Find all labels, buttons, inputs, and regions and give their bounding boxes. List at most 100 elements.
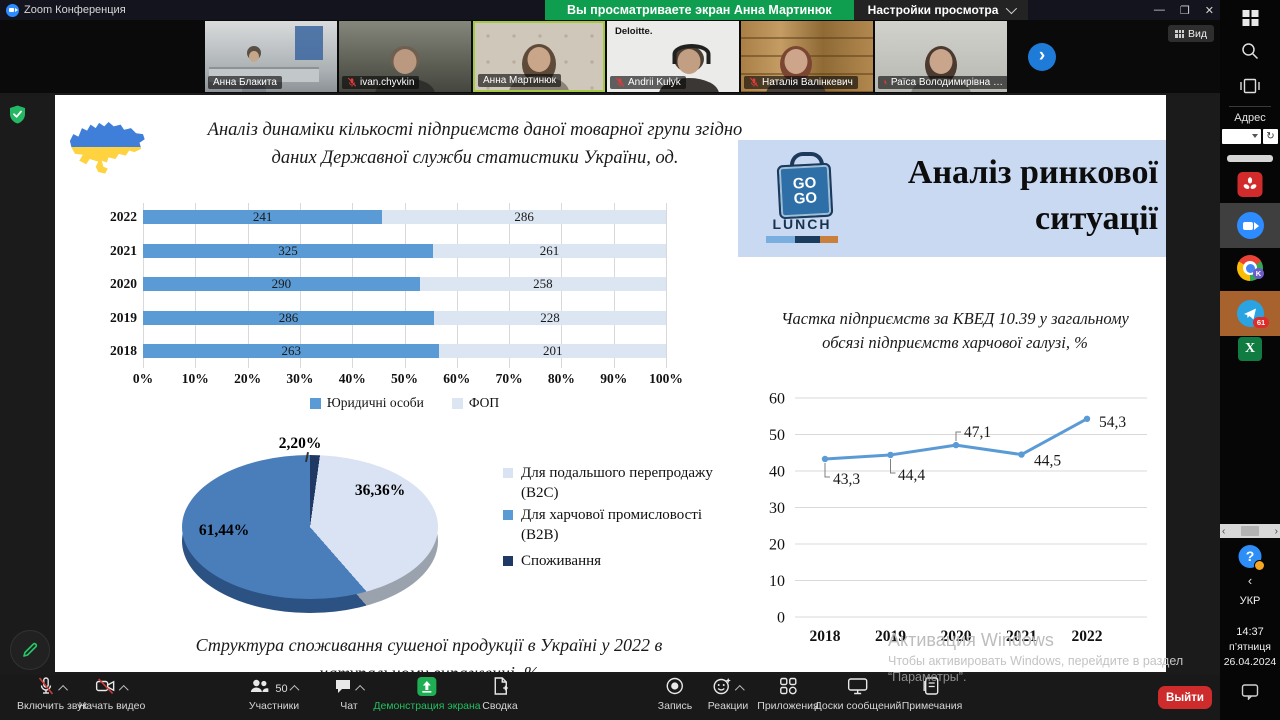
summary-icon <box>490 676 510 701</box>
windows-start-icon[interactable] <box>1243 10 1258 25</box>
leave-meeting-button[interactable]: Выйти <box>1158 686 1212 709</box>
clock-weekday: п’ятниця <box>1229 641 1271 653</box>
screen-share-button[interactable]: Демонстрация экрана <box>373 678 480 712</box>
excel-icon[interactable]: X <box>1238 337 1262 361</box>
mic-muted-icon <box>347 77 357 88</box>
chat-button[interactable]: Чат <box>333 678 365 712</box>
view-button[interactable]: Вид <box>1168 25 1214 42</box>
x-axis-tick: 80% <box>548 371 575 387</box>
mic-muted-button[interactable]: Включить звук <box>17 678 87 712</box>
whiteboard-button[interactable]: Доски сообщений <box>815 678 902 712</box>
line-data-label: 44,5 <box>1034 453 1061 470</box>
toolbar-item-label: Сводка <box>482 700 517 712</box>
reactions-button[interactable]: Реакции <box>708 678 749 712</box>
participant-tile[interactable]: Анна Блакита <box>205 21 337 92</box>
bar-chart-x-axis: 0%10%20%30%40%50%60%70%80%90%100% <box>143 371 666 387</box>
svg-text:20: 20 <box>769 537 785 554</box>
legend-item: ФОП <box>452 395 499 411</box>
screen: Zoom Конференция Вы просматриваете экран… <box>0 0 1280 720</box>
x-axis-tick: 70% <box>496 371 523 387</box>
acrobat-icon[interactable] <box>1238 172 1263 197</box>
participant-name: Наталія Валінкевич <box>762 77 853 88</box>
record-button[interactable]: Запись <box>658 678 692 712</box>
x-axis-tick: 60% <box>443 371 470 387</box>
participant-tile[interactable]: Раїса Володимирівна … <box>875 21 1007 92</box>
view-button-label: Вид <box>1188 28 1207 40</box>
svg-text:60: 60 <box>769 391 785 408</box>
zoom-app-icon <box>6 4 19 17</box>
participant-tile[interactable]: Анна Мартинюк <box>473 21 605 92</box>
participant-tile[interactable]: ivan.chyvkin <box>339 21 471 92</box>
chevron-up-icon[interactable] <box>119 685 129 695</box>
view-settings-button[interactable]: Настройки просмотра <box>854 0 1029 20</box>
summary-button[interactable]: Сводка <box>482 678 517 712</box>
close-button[interactable]: ✕ <box>1205 4 1214 17</box>
toolbar-item-label: Доски сообщений <box>815 700 902 712</box>
pie-legend-swatch <box>503 510 513 520</box>
language-indicator[interactable]: УКР <box>1240 595 1261 607</box>
task-view-icon[interactable] <box>1240 78 1260 94</box>
mic-muted-icon <box>749 77 759 88</box>
x-axis-tick: 30% <box>286 371 313 387</box>
apps-button[interactable]: Приложения <box>757 678 818 712</box>
scrollbar-thumb[interactable] <box>1241 526 1259 536</box>
x-axis-year-label: 2021 <box>1006 628 1037 645</box>
grid-view-icon <box>1175 30 1184 38</box>
bar-row: 2022241286 <box>143 210 666 224</box>
svg-text:40: 40 <box>769 464 785 481</box>
pie-chart-title-line1: Структура споживання сушеної продукції в… <box>119 635 739 656</box>
pie-legend-swatch <box>503 468 513 478</box>
shared-screen-stage: Аналіз динаміки кількості підприємств да… <box>0 93 1220 675</box>
minimize-button[interactable]: — <box>1154 4 1165 16</box>
x-axis-tick: 10% <box>182 371 209 387</box>
search-icon[interactable] <box>1241 42 1259 60</box>
notes-button[interactable]: Примечания <box>902 678 963 712</box>
x-axis-year-label: 2018 <box>810 628 841 645</box>
chevron-up-icon[interactable] <box>355 685 365 695</box>
maximize-button[interactable]: ❐ <box>1180 4 1190 17</box>
annotation-pencil-button[interactable] <box>10 630 50 670</box>
video-muted-icon <box>95 676 117 701</box>
apps-icon <box>778 676 798 701</box>
security-shield-icon[interactable] <box>9 105 26 124</box>
collapse-chevron-icon[interactable]: ‹ <box>1248 573 1252 588</box>
bar-segment-fop: 228 <box>434 311 666 325</box>
logo-lunch: LUNCH <box>752 216 852 232</box>
zoom-titlebar: Zoom Конференция Вы просматриваете экран… <box>0 0 1220 20</box>
toolbar-item-label: Участники <box>248 700 299 712</box>
toolbar-drag-handle[interactable] <box>1227 155 1273 162</box>
bar-segment-legal: 286 <box>143 311 434 325</box>
horizontal-scrollbar[interactable]: ‹ › <box>1220 524 1280 538</box>
participant-tile[interactable]: Наталія Валінкевич <box>741 21 873 92</box>
reactions-icon <box>712 676 733 701</box>
participants-button[interactable]: 50 Участники <box>248 678 299 712</box>
notes-icon <box>923 676 941 701</box>
pie-legend-swatch <box>503 556 513 566</box>
line-chart: 010203040506043,344,447,144,554,32018201… <box>755 385 1160 650</box>
logo-color-bar <box>766 236 838 243</box>
zoom-taskbar-item[interactable] <box>1220 203 1280 248</box>
next-participants-button[interactable]: › <box>1028 43 1056 71</box>
refresh-button[interactable]: ↻ <box>1263 129 1278 144</box>
address-input[interactable] <box>1222 129 1261 144</box>
chevron-up-icon[interactable] <box>58 685 68 695</box>
video-muted-button[interactable]: Начать видео <box>79 678 146 712</box>
notification-dot <box>1254 560 1265 571</box>
chevron-right-icon: › <box>1039 45 1045 67</box>
chevron-up-icon[interactable] <box>735 685 745 695</box>
telegram-badge: 61 <box>1253 317 1269 328</box>
notification-bubble-icon[interactable] <box>1242 684 1259 700</box>
bar-category-label: 2020 <box>93 277 137 291</box>
scroll-right-arrow[interactable]: › <box>1275 526 1278 537</box>
bar-row: 2020290258 <box>143 277 666 291</box>
address-bar: ↻ <box>1222 129 1278 144</box>
scroll-left-arrow[interactable]: ‹ <box>1222 526 1225 537</box>
svg-text:50: 50 <box>769 427 785 444</box>
participants-count: 50 <box>275 683 287 695</box>
telegram-taskbar-item[interactable] <box>1220 291 1280 336</box>
shopping-bag-icon: GO GO <box>777 163 834 220</box>
legend-item: Юридичні особи <box>310 395 424 411</box>
participant-tile[interactable]: Deloitte.Andrii Kulyk <box>607 21 739 92</box>
chevron-up-icon[interactable] <box>290 685 300 695</box>
bar-row: 2018263201 <box>143 344 666 358</box>
